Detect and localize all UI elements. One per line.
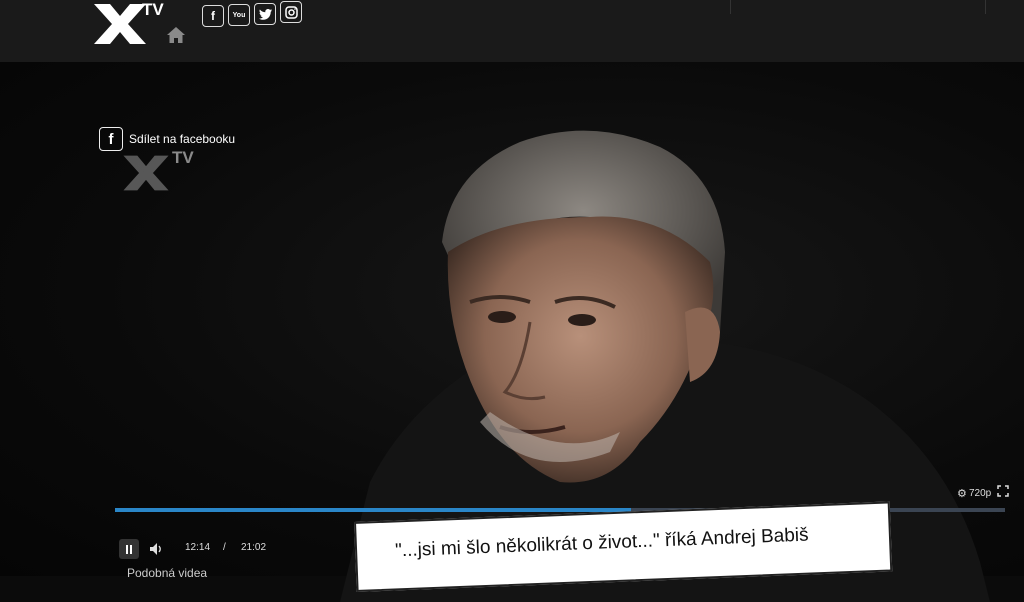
home-icon[interactable] [166,26,186,44]
fullscreen-icon[interactable] [997,485,1009,497]
youtube-glyph: You [232,11,246,19]
instagram-icon[interactable] [280,1,302,23]
pause-icon [126,544,128,554]
site-header: TV f You [0,0,1024,63]
video-title: "...jsi mi šlo několikrát o život..." ří… [394,524,809,562]
quality-label[interactable]: 720p [969,488,991,499]
time-current: 12:14 [185,542,211,553]
pause-icon [130,544,132,554]
gear-icon[interactable]: ⚙ [957,487,967,500]
twitter-icon[interactable] [254,3,276,25]
share-label: Sdílet na facebooku [129,132,236,146]
watermark-x-logo-icon [123,155,169,191]
volume-icon[interactable] [149,542,163,556]
logo-tv-text[interactable]: TV [142,0,164,20]
x-logo-icon[interactable] [90,0,150,48]
youtube-icon[interactable]: You [228,4,250,26]
watermark-tv-text: TV [172,148,194,167]
time-separator: / [223,542,226,553]
header-divider [985,0,986,14]
time-duration: 21:02 [241,542,267,553]
progress-fill [115,508,632,512]
instagram-camera-glyph [284,5,298,19]
facebook-icon[interactable]: f [202,5,224,27]
twitter-bird-glyph [258,8,272,20]
pause-button[interactable] [119,539,139,559]
video-player[interactable]: f Sdílet na facebooku TV [0,62,1024,602]
facebook-glyph: f [211,9,215,23]
similar-videos-heading[interactable]: Podobná videa [127,566,207,580]
header-divider [730,0,731,14]
